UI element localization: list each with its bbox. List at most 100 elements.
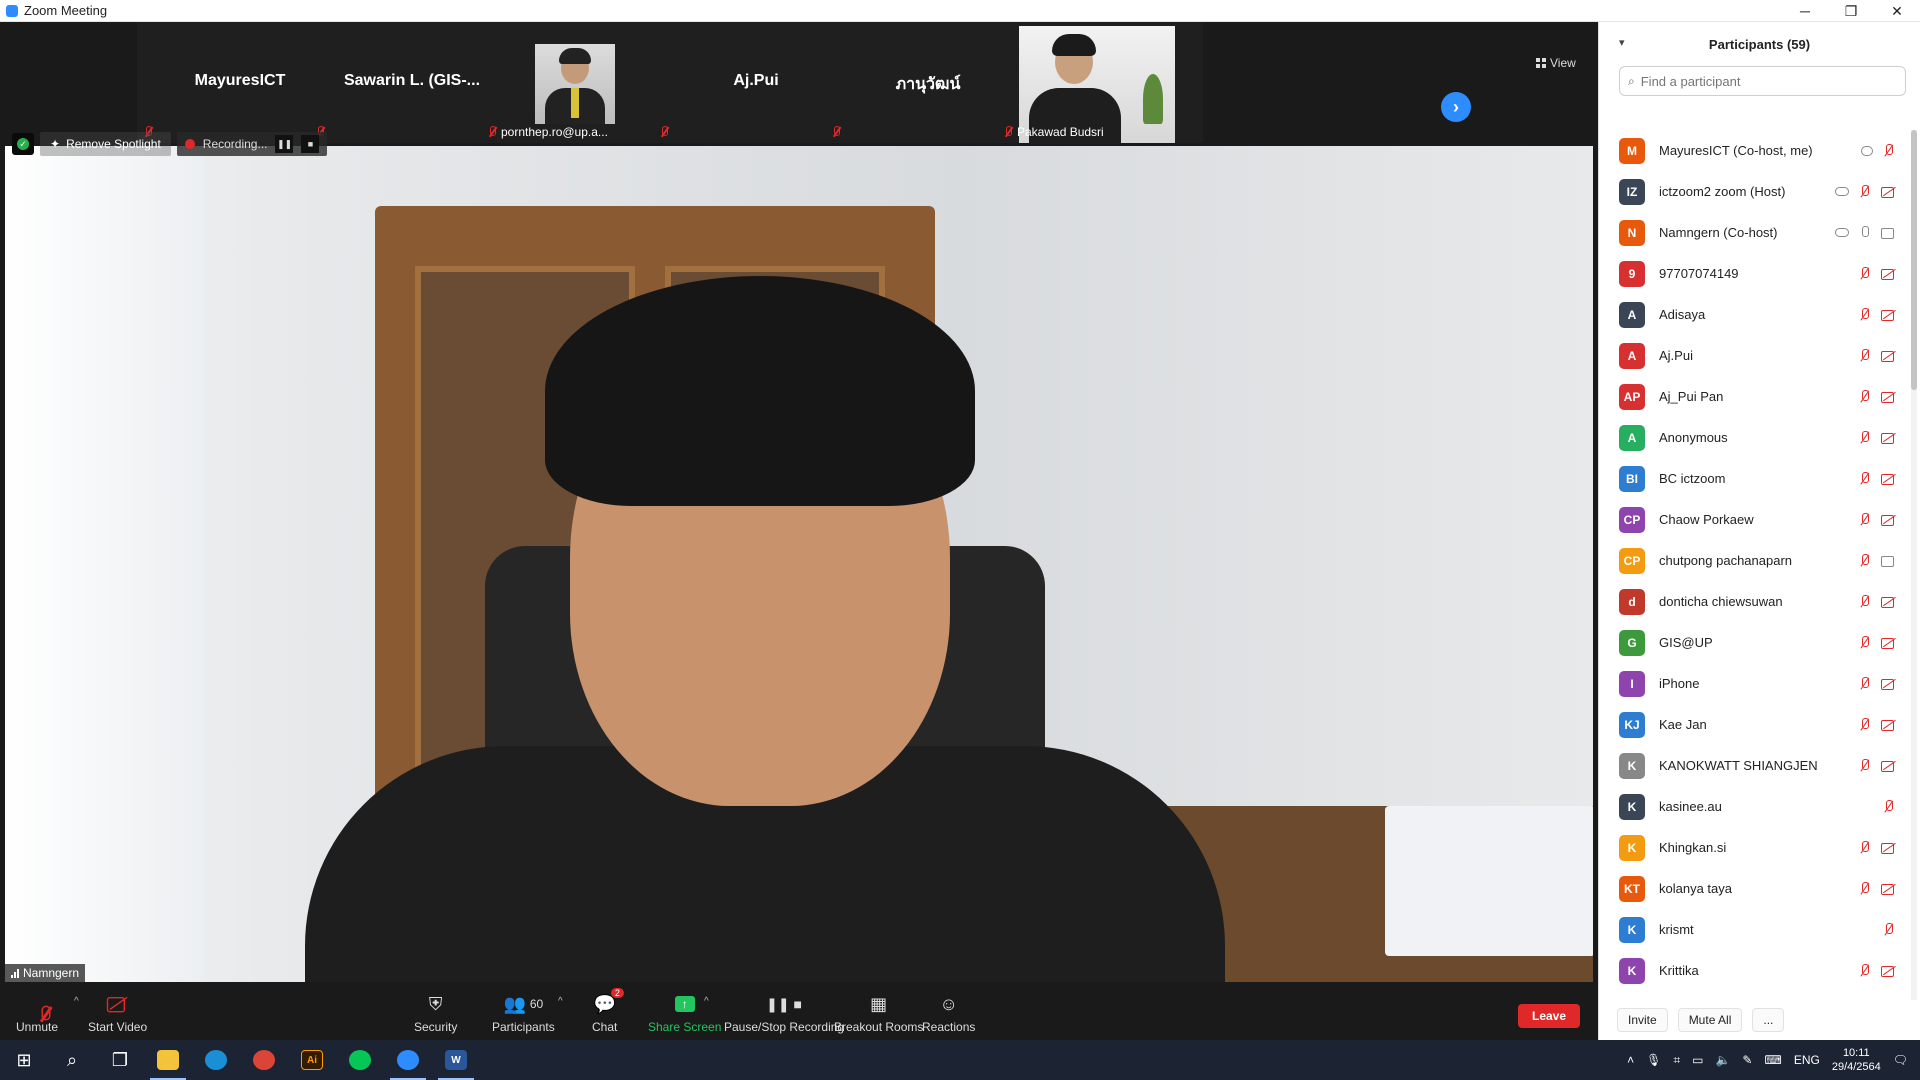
share-options-caret[interactable]: ^ — [704, 996, 709, 1007]
video-off-icon — [1881, 759, 1897, 773]
leave-button[interactable]: Leave — [1518, 1004, 1580, 1028]
unmute-button[interactable]: Unmute — [16, 988, 58, 1040]
participant-row[interactable]: A Anonymous — [1599, 417, 1920, 458]
chat-button[interactable]: 💬 2 Chat — [592, 988, 624, 1040]
video-off-icon — [1881, 882, 1897, 896]
stop-recording-button[interactable]: ■ — [301, 135, 320, 153]
participant-row[interactable]: CP chutpong pachanaparn — [1599, 540, 1920, 581]
chevron-up-icon[interactable]: ˄ — [1627, 1053, 1634, 1067]
participant-row[interactable]: K KANOKWATT SHIANGJEN — [1599, 745, 1920, 786]
share-screen-button[interactable]: ↑ Share Screen — [648, 988, 721, 1040]
battery-icon[interactable]: ▭ — [1692, 1053, 1703, 1067]
participant-row[interactable]: G GIS@UP — [1599, 622, 1920, 663]
word-icon[interactable]: W — [432, 1040, 480, 1080]
scrollbar[interactable] — [1911, 130, 1917, 1000]
participant-avatar: I — [1619, 670, 1645, 697]
tile-label: pornthep.ro@up.a... — [487, 125, 608, 139]
participant-row[interactable]: IiPhone — [1599, 663, 1920, 704]
participant-list: M MayuresICT (Co-host, me) IZ ictzoom2 zoom… — [1599, 130, 1920, 1000]
participant-row[interactable]: IZ ictzoom2 zoom (Host) — [1599, 171, 1920, 212]
participant-row[interactable]: Kkasinee.au — [1599, 786, 1920, 827]
restore-button[interactable]: ❐ — [1828, 0, 1874, 22]
active-speaker-video[interactable]: Namngern — [5, 146, 1593, 982]
participant-row[interactable]: A Aj.Pui — [1599, 335, 1920, 376]
chrome-icon[interactable] — [240, 1040, 288, 1080]
clock[interactable]: 10:11 29/4/2564 — [1832, 1046, 1881, 1074]
cloud-recording-icon — [1835, 187, 1849, 196]
participant-row[interactable]: N Namngern (Co-host) — [1599, 212, 1920, 253]
mic-muted-icon — [831, 125, 841, 139]
mic-muted-icon — [1857, 307, 1873, 322]
reactions-button[interactable]: ☺ Reactions — [922, 988, 975, 1040]
invite-button[interactable]: Invite — [1617, 1008, 1668, 1032]
participant-row[interactable]: M MayuresICT (Co-host, me) — [1599, 130, 1920, 171]
people-icon: 👥 60 — [503, 993, 544, 1014]
participant-row[interactable]: AP Aj_Pui Pan — [1599, 376, 1920, 417]
pin-icon: ✦ — [50, 137, 61, 151]
security-shield-icon[interactable]: ✓ — [12, 133, 34, 155]
pause-recording-button[interactable]: ❚❚ — [275, 135, 294, 153]
participant-row[interactable]: d donticha chiewsuwan — [1599, 581, 1920, 622]
minimize-button[interactable]: ─ — [1782, 0, 1828, 22]
task-view-icon[interactable]: ❐ — [96, 1040, 144, 1080]
more-button[interactable]: ... — [1752, 1008, 1785, 1032]
search-icon[interactable]: ⌕ — [48, 1040, 96, 1080]
pause-stop-recording-button[interactable]: ❚❚ ■ Pause/Stop Recording — [724, 988, 844, 1040]
participant-name: ictzoom2 zoom (Host) — [1659, 184, 1786, 199]
participant-search[interactable]: ⌕ — [1619, 66, 1906, 96]
audio-options-caret[interactable]: ^ — [74, 996, 79, 1007]
remove-spotlight-button[interactable]: ✦ Remove Spotlight — [40, 132, 171, 156]
next-page-button[interactable]: › — [1441, 92, 1471, 122]
mic-muted-icon — [1857, 963, 1873, 978]
participant-row[interactable]: KJ Kae Jan — [1599, 704, 1920, 745]
close-button[interactable]: ✕ — [1874, 0, 1920, 22]
participants-button[interactable]: 👥 60 Participants — [492, 988, 555, 1040]
participant-name: BC ictzoom — [1659, 471, 1726, 486]
participant-status-icons — [1857, 471, 1897, 486]
keyboard-icon[interactable]: ⌨ — [1764, 1053, 1781, 1067]
participant-row[interactable]: Kkrismt — [1599, 909, 1920, 950]
search-input[interactable] — [1640, 73, 1881, 89]
mic-muted-icon — [1857, 430, 1873, 445]
breakout-rooms-button[interactable]: ▦ Breakout Rooms — [834, 988, 923, 1040]
participant-name: chutpong pachanaparn — [1659, 553, 1793, 568]
volume-icon[interactable]: 🔈 — [1715, 1053, 1730, 1067]
participants-options-caret[interactable]: ^ — [558, 996, 563, 1007]
system-tray: ˄ 🎙 ⌗ ▭ 🔈 ✎ ⌨ ENG 10:11 29/4/2564 🗨 — [1627, 1040, 1920, 1080]
video-off-icon — [1881, 349, 1897, 363]
participant-row[interactable]: K Krittika — [1599, 950, 1920, 991]
edge-icon[interactable] — [192, 1040, 240, 1080]
shield-icon: ⛨ — [428, 993, 443, 1014]
participant-name: Khingkan.si — [1659, 840, 1727, 855]
illustrator-icon[interactable]: Ai — [288, 1040, 336, 1080]
participant-row[interactable]: BI BC ictzoom — [1599, 458, 1920, 499]
language-indicator[interactable]: ENG — [1794, 1053, 1820, 1067]
view-button[interactable]: View — [1536, 56, 1576, 70]
tile-label-text: Pakawad Budsri — [1017, 125, 1104, 139]
recording-controls-icon: ❚❚ ■ — [766, 995, 802, 1012]
participant-row[interactable]: A Adisaya — [1599, 294, 1920, 335]
file-explorer-icon[interactable] — [144, 1040, 192, 1080]
line-icon[interactable] — [336, 1040, 384, 1080]
mute-all-button[interactable]: Mute All — [1677, 1008, 1743, 1032]
chevron-down-icon[interactable]: ▾ — [1619, 36, 1625, 49]
participant-status-icons — [1857, 840, 1897, 855]
participant-status-icons — [1857, 881, 1897, 896]
start-icon[interactable]: ⊞ — [0, 1040, 48, 1080]
participant-row[interactable]: K Khingkan.si — [1599, 827, 1920, 868]
network-icon[interactable]: ⌗ — [1673, 1053, 1680, 1068]
video-tile[interactable]: Pakawad Budsri — [997, 22, 1205, 144]
notification-icon[interactable]: 🗨 — [1893, 1053, 1908, 1067]
tile-label-text: pornthep.ro@up.a... — [501, 125, 608, 139]
participant-avatar: K — [1619, 752, 1645, 779]
participant-row[interactable]: CP Chaow Porkaew — [1599, 499, 1920, 540]
zoom-icon[interactable] — [384, 1040, 432, 1080]
pen-icon[interactable]: ✎ — [1742, 1053, 1752, 1067]
view-label: View — [1550, 56, 1576, 70]
tile-label: Pakawad Budsri — [1003, 125, 1104, 139]
participant-row[interactable]: 9 97707074149 — [1599, 253, 1920, 294]
microphone-icon[interactable]: 🎙 — [1646, 1053, 1661, 1067]
security-button[interactable]: ⛨ Security — [414, 988, 457, 1040]
start-video-button[interactable]: Start Video — [88, 988, 147, 1040]
participant-row[interactable]: KT kolanya taya — [1599, 868, 1920, 909]
